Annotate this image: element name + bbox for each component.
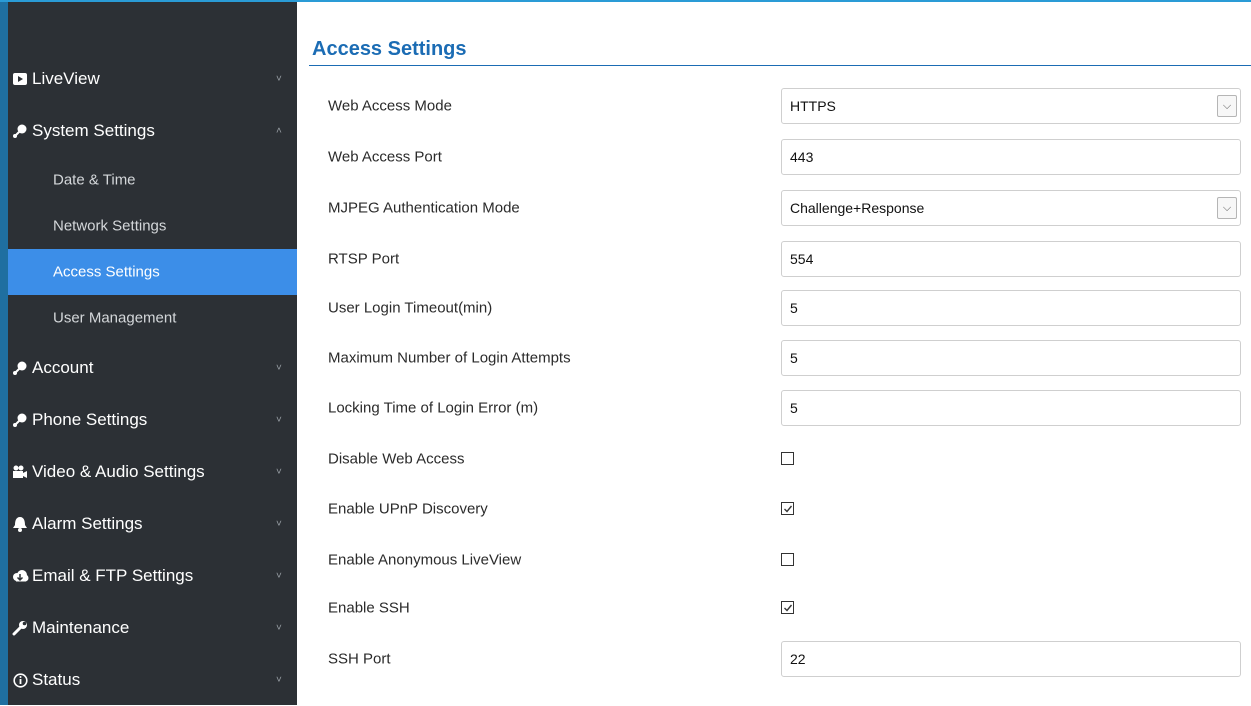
ssh-port-value: 22	[790, 651, 806, 667]
sidebar-item-email-ftp-settings[interactable]: Email & FTP Settings ˅	[8, 550, 297, 602]
sidebar-item-system-settings[interactable]: System Settings ˄	[8, 105, 297, 157]
chevron-up-icon: ˄	[276, 125, 282, 137]
disable-web-access-checkbox[interactable]	[781, 452, 794, 465]
locking-time-input[interactable]: 5	[781, 390, 1241, 426]
wrench-icon	[11, 619, 29, 637]
mjpeg-auth-mode-select[interactable]: Challenge+Response ⌵	[781, 190, 1241, 226]
main-content: Access Settings Web Access Mode HTTPS ⌵ …	[297, 2, 1251, 705]
sidebar-item-account[interactable]: Account ˅	[8, 342, 297, 394]
gear-icon	[11, 122, 29, 140]
page-title: Access Settings	[312, 38, 467, 60]
sidebar: LiveView ˅ System Settings ˄ Date & Time…	[0, 2, 297, 705]
gear-icon	[11, 359, 29, 377]
locking-time-value: 5	[790, 400, 798, 416]
sidebar-subitem-access-settings[interactable]: Access Settings	[8, 249, 297, 295]
mjpeg-auth-mode-label: MJPEG Authentication Mode	[328, 199, 520, 217]
rtsp-port-label: RTSP Port	[328, 250, 400, 268]
checkmark-icon	[783, 505, 792, 513]
chevron-down-icon[interactable]: ⌵	[1217, 197, 1237, 219]
sidebar-item-label: Status	[32, 670, 81, 689]
sidebar-subitem-label: User Management	[53, 309, 177, 327]
cloud-icon	[11, 567, 29, 585]
sidebar-item-maintenance[interactable]: Maintenance ˅	[8, 602, 297, 654]
sidebar-subitem-label: Network Settings	[53, 217, 167, 235]
web-access-port-value: 443	[790, 149, 814, 165]
web-access-mode-label: Web Access Mode	[328, 97, 452, 115]
rtsp-port-input[interactable]: 554	[781, 241, 1241, 277]
sidebar-item-status[interactable]: Status ˅	[8, 654, 297, 706]
chevron-down-icon: ˅	[276, 622, 282, 634]
gear-icon	[11, 411, 29, 429]
info-icon	[11, 671, 29, 689]
chevron-down-icon: ˅	[276, 518, 282, 530]
enable-upnp-label: Enable UPnP Discovery	[328, 500, 488, 518]
sidebar-subitem-label: Access Settings	[53, 263, 160, 281]
web-access-mode-select[interactable]: HTTPS ⌵	[781, 88, 1241, 124]
mjpeg-auth-mode-value: Challenge+Response	[790, 200, 925, 216]
video-camera-icon	[11, 463, 29, 481]
sidebar-item-alarm-settings[interactable]: Alarm Settings ˅	[8, 498, 297, 550]
login-timeout-label: User Login Timeout(min)	[328, 299, 493, 317]
rtsp-port-value: 554	[790, 251, 814, 267]
chevron-down-icon: ˅	[276, 466, 282, 478]
disable-web-access-label: Disable Web Access	[328, 450, 465, 468]
sidebar-item-video-audio-settings[interactable]: Video & Audio Settings ˅	[8, 446, 297, 498]
sidebar-item-liveview[interactable]: LiveView ˅	[8, 53, 297, 105]
sidebar-subitem-network-settings[interactable]: Network Settings	[8, 203, 297, 249]
sidebar-item-label: Email & FTP Settings	[32, 566, 194, 585]
ssh-port-label: SSH Port	[328, 650, 391, 668]
chevron-down-icon: ˅	[276, 362, 282, 374]
sidebar-item-label: LiveView	[32, 69, 100, 88]
enable-anonymous-liveview-label: Enable Anonymous LiveView	[328, 551, 522, 569]
chevron-down-icon: ˅	[276, 674, 282, 686]
checkmark-icon	[783, 604, 792, 612]
ssh-port-input[interactable]: 22	[781, 641, 1241, 677]
sidebar-item-label: Alarm Settings	[32, 514, 143, 533]
web-access-port-label: Web Access Port	[328, 148, 442, 166]
max-login-attempts-input[interactable]: 5	[781, 340, 1241, 376]
sidebar-item-label: Maintenance	[32, 618, 130, 637]
web-access-mode-value: HTTPS	[790, 98, 836, 114]
sidebar-subitem-date-time[interactable]: Date & Time	[8, 157, 297, 203]
chevron-down-icon: ˅	[276, 570, 282, 582]
sidebar-item-label: Account	[32, 358, 94, 377]
login-timeout-value: 5	[790, 300, 798, 316]
sidebar-item-phone-settings[interactable]: Phone Settings ˅	[8, 394, 297, 446]
web-access-port-input[interactable]: 443	[781, 139, 1241, 175]
sidebar-item-label: Video & Audio Settings	[32, 462, 205, 481]
chevron-down-icon[interactable]: ⌵	[1217, 95, 1237, 117]
bell-icon	[11, 515, 29, 533]
sidebar-item-label: Phone Settings	[32, 410, 148, 429]
max-login-attempts-value: 5	[790, 350, 798, 366]
enable-upnp-checkbox[interactable]	[781, 502, 794, 515]
max-login-attempts-label: Maximum Number of Login Attempts	[328, 349, 571, 367]
enable-ssh-checkbox[interactable]	[781, 601, 794, 614]
sidebar-subitem-label: Date & Time	[53, 171, 136, 189]
chevron-down-icon: ˅	[276, 73, 282, 85]
play-icon	[11, 70, 29, 88]
sidebar-item-label: System Settings	[32, 121, 155, 140]
login-timeout-input[interactable]: 5	[781, 290, 1241, 326]
locking-time-label: Locking Time of Login Error (m)	[328, 399, 539, 417]
chevron-down-icon: ˅	[276, 414, 282, 426]
enable-ssh-label: Enable SSH	[328, 599, 410, 617]
title-divider	[309, 65, 1251, 66]
sidebar-subitem-user-management[interactable]: User Management	[8, 295, 297, 341]
enable-anonymous-liveview-checkbox[interactable]	[781, 553, 794, 566]
